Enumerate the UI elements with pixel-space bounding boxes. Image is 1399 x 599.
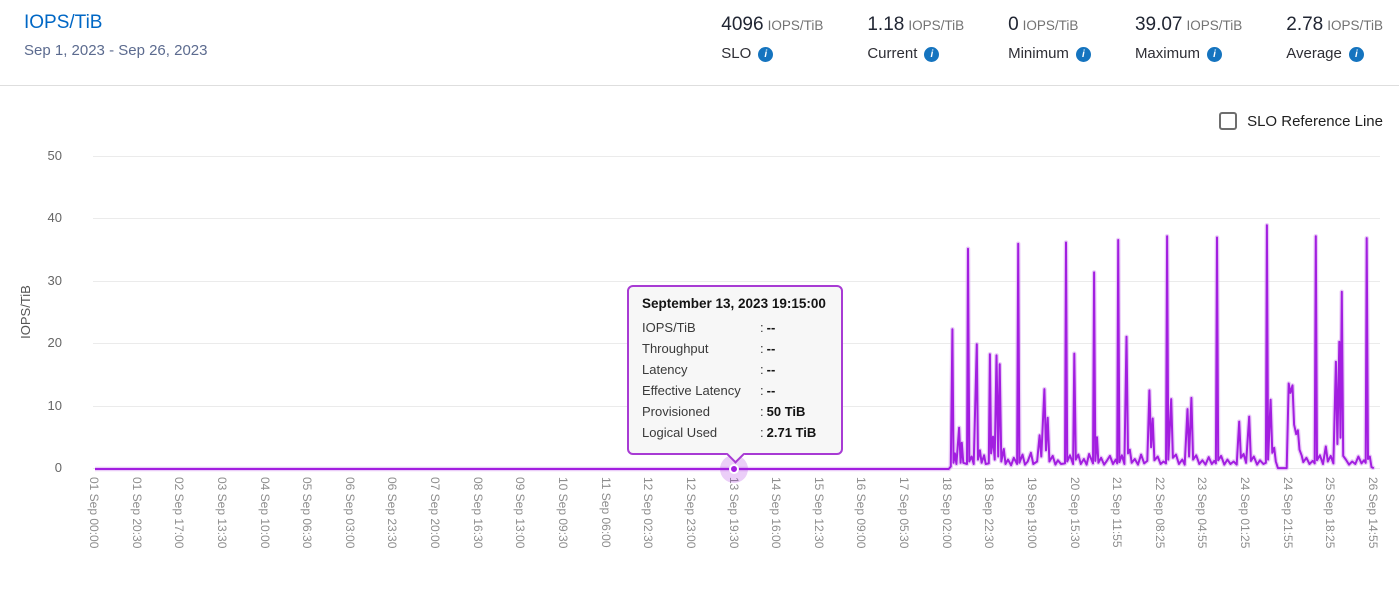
x-tick-label: 16 Sep 09:00 xyxy=(854,477,869,549)
x-tick-label: 19 Sep 19:00 xyxy=(1024,477,1039,549)
x-tick-label: 08 Sep 16:30 xyxy=(470,477,485,549)
x-tick-label: 22 Sep 08:25 xyxy=(1152,477,1167,549)
stat-label: Current i xyxy=(867,42,964,66)
x-tick-label: 24 Sep 21:55 xyxy=(1280,477,1295,549)
y-tick-label: 40 xyxy=(47,210,62,226)
stat-slo: 4096 IOPS/TiB SLO i xyxy=(721,12,823,66)
info-icon[interactable]: i xyxy=(758,46,774,62)
x-tick-label: 14 Sep 16:00 xyxy=(769,477,784,549)
x-tick-label: 17 Sep 05:30 xyxy=(897,477,912,549)
x-tick-label: 02 Sep 17:00 xyxy=(172,477,187,549)
x-tick-label: 04 Sep 10:00 xyxy=(257,477,272,549)
stat-value: 1.18 IOPS/TiB xyxy=(867,14,965,35)
info-icon[interactable]: i xyxy=(924,46,940,62)
y-axis-title: IOPS/TiB xyxy=(18,285,33,339)
x-tick-label: 12 Sep 02:30 xyxy=(641,477,656,549)
x-tick-label: 11 Sep 06:00 xyxy=(598,477,613,548)
stat-value: 2.78 IOPS/TiB xyxy=(1286,14,1383,35)
x-tick-label: 01 Sep 20:30 xyxy=(129,477,144,549)
x-tick-label: 01 Sep 00:00 xyxy=(87,477,101,549)
y-tick-label: 30 xyxy=(47,272,62,288)
x-tick-label: 15 Sep 12:30 xyxy=(811,477,826,549)
x-tick-label: 07 Sep 20:00 xyxy=(428,477,443,549)
stat-minimum: 0 IOPS/TiB Minimum i xyxy=(1008,12,1091,66)
x-tick-label: 18 Sep 02:00 xyxy=(939,477,954,549)
info-icon[interactable]: i xyxy=(1348,46,1364,62)
stat-value: 0 IOPS/TiB xyxy=(1008,14,1079,35)
tooltip-row: Latency: -- xyxy=(642,362,776,377)
x-tick-label: 05 Sep 06:30 xyxy=(300,477,315,549)
y-tick-label: 0 xyxy=(54,460,62,475)
tooltip-rows: IOPS/TiB: -- Throughput: -- Latency: -- Effect… xyxy=(642,317,828,443)
stat-label: Average i xyxy=(1286,42,1383,66)
tooltip-row: Provisioned:50 TiB xyxy=(642,404,806,419)
stat-label: SLO i xyxy=(721,42,823,66)
y-tick-label: 20 xyxy=(47,335,62,351)
tooltip-row: Logical Used:2.71 TiB xyxy=(642,425,817,440)
y-tick-label: 10 xyxy=(47,397,62,413)
info-icon[interactable]: i xyxy=(1075,46,1091,62)
x-tick-label: 23 Sep 04:55 xyxy=(1195,477,1210,549)
x-tick-label: 13 Sep 19:30 xyxy=(726,477,741,549)
x-tick-label: 06 Sep 23:30 xyxy=(385,477,400,549)
x-tick-label: 26 Sep 14:55 xyxy=(1365,477,1380,549)
x-tick-label: 21 Sep 11:55 xyxy=(1110,477,1125,548)
stat-average: 2.78 IOPS/TiB Average i xyxy=(1286,12,1383,66)
slo-reference-line-toggle[interactable]: SLO Reference Line xyxy=(1219,112,1383,130)
y-tick-label: 50 xyxy=(47,148,62,163)
tooltip-row: IOPS/TiB: -- xyxy=(642,320,776,335)
x-tick-label: 12 Sep 23:00 xyxy=(683,477,698,549)
x-tick-label: 10 Sep 09:30 xyxy=(555,477,570,549)
x-tick-label: 25 Sep 18:25 xyxy=(1323,477,1338,549)
stat-value: 4096 IOPS/TiB xyxy=(721,14,824,35)
iops-tib-chart-panel: IOPS/TiB Sep 1, 2023 - Sep 26, 2023 4096… xyxy=(0,0,1399,599)
header-divider xyxy=(0,85,1399,86)
tooltip-title: September 13, 2023 19:15:00 xyxy=(642,296,826,311)
date-range: Sep 1, 2023 - Sep 26, 2023 xyxy=(24,42,208,59)
stat-label: Minimum i xyxy=(1008,42,1091,66)
stat-label: Maximum i xyxy=(1135,42,1242,66)
x-tick-label: 18 Sep 22:30 xyxy=(982,477,997,549)
hover-marker-dot xyxy=(728,464,739,474)
stats-row: 4096 IOPS/TiB SLO i 1.18 IOPS/TiB Current i 0 IOP… xyxy=(721,12,1383,66)
tooltip-row: Effective Latency: -- xyxy=(642,383,776,398)
stat-maximum: 39.07 IOPS/TiB Maximum i xyxy=(1135,12,1242,66)
stat-current: 1.18 IOPS/TiB Current i xyxy=(867,12,964,66)
page-title[interactable]: IOPS/TiB xyxy=(24,12,102,34)
x-tick-label: 03 Sep 13:30 xyxy=(214,477,229,549)
tooltip-row: Throughput: -- xyxy=(642,341,776,356)
chart-tooltip: September 13, 2023 19:15:00 IOPS/TiB: -- T… xyxy=(627,285,843,464)
x-tick-label: 24 Sep 01:25 xyxy=(1237,477,1252,549)
x-tick-label: 06 Sep 03:00 xyxy=(342,477,357,549)
slo-reference-line-label: SLO Reference Line xyxy=(1247,112,1383,130)
info-icon[interactable]: i xyxy=(1206,46,1222,62)
x-tick-label: 20 Sep 15:30 xyxy=(1067,477,1082,549)
slo-reference-line-checkbox[interactable] xyxy=(1219,112,1238,130)
x-tick-label: 09 Sep 13:00 xyxy=(513,477,528,549)
stat-value: 39.07 IOPS/TiB xyxy=(1134,14,1243,35)
